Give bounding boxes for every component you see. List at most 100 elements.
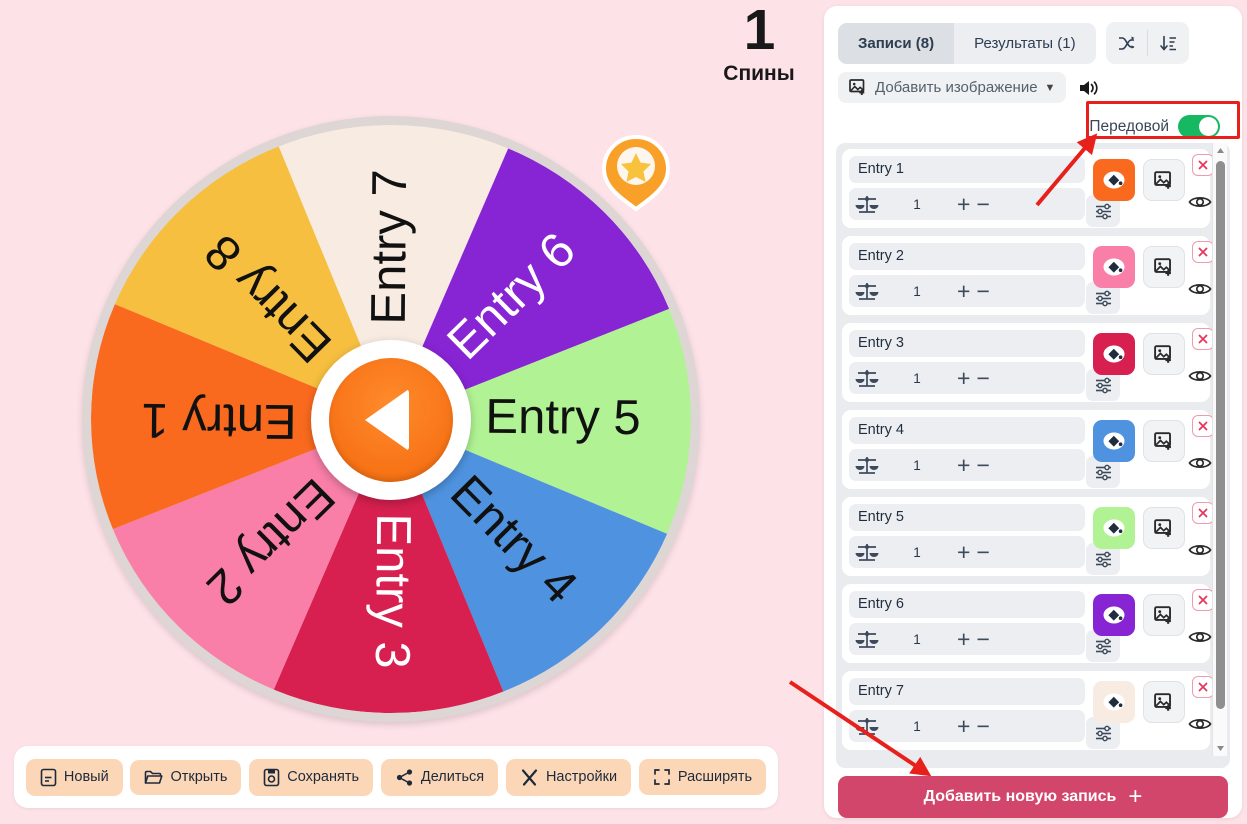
balance-scale-icon (855, 457, 879, 474)
entry-image-button[interactable] (1143, 594, 1185, 636)
entry-delete-button[interactable] (1192, 328, 1214, 350)
image-add-icon (1153, 692, 1171, 711)
entry-visibility-button[interactable] (1188, 455, 1212, 476)
entry-visibility-button[interactable] (1188, 542, 1212, 563)
paint-bucket-icon (1103, 432, 1125, 450)
entry-name-input[interactable]: Entry 7 (849, 678, 1085, 705)
entry-weight-increase[interactable]: + (955, 279, 972, 303)
scroll-down-arrow[interactable] (1213, 741, 1228, 756)
entry-weight-value: 1 (913, 544, 921, 560)
entry-weight-decrease[interactable]: − (974, 192, 991, 216)
entry-weight-value: 1 (913, 457, 921, 473)
image-add-icon (1153, 257, 1171, 276)
eye-icon (1188, 197, 1212, 207)
sound-button[interactable] (1078, 78, 1100, 98)
entry-weight-increase[interactable]: + (955, 714, 972, 738)
share-icon (396, 768, 412, 786)
wheel-segment-label: Entry 3 (365, 513, 420, 669)
open-button[interactable]: Открыть (130, 759, 242, 795)
entry-weight-control: 1 + − (849, 623, 1085, 655)
plus-icon: + (1128, 783, 1143, 810)
entry-weight-control: 1 + − (849, 710, 1085, 742)
entry-weight-increase[interactable]: + (955, 627, 972, 651)
entry-weight-control: 1 + − (849, 188, 1085, 220)
paint-bucket-icon (1103, 258, 1125, 276)
entry-name-input[interactable]: Entry 5 (849, 504, 1085, 531)
advanced-toggle-row: Передовой (1079, 109, 1230, 144)
entry-image-button[interactable] (1143, 420, 1185, 462)
entry-color-button[interactable] (1093, 681, 1135, 723)
advanced-toggle[interactable] (1178, 115, 1220, 138)
entry-visibility-button[interactable] (1188, 281, 1212, 302)
entry-image-button[interactable] (1143, 507, 1185, 549)
entry-weight-decrease[interactable]: − (974, 540, 991, 564)
shuffle-button[interactable] (1106, 22, 1147, 64)
balance-scale-icon (855, 544, 879, 561)
entry-weight-increase[interactable]: + (955, 192, 972, 216)
entry-visibility-button[interactable] (1188, 368, 1212, 389)
settings-button[interactable]: Настройки (505, 758, 632, 796)
entry-image-button[interactable] (1143, 333, 1185, 375)
entry-weight-increase[interactable]: + (955, 453, 972, 477)
entry-fields: Entry 6 1 + − (849, 591, 1085, 655)
entry-delete-button[interactable] (1192, 676, 1214, 698)
add-entry-button[interactable]: Добавить новую запись + (838, 776, 1228, 818)
entry-delete-button[interactable] (1192, 502, 1214, 524)
entry-name-input[interactable]: Entry 3 (849, 330, 1085, 357)
entry-delete-button[interactable] (1192, 589, 1214, 611)
entry-delete-button[interactable] (1192, 241, 1214, 263)
scroll-up-arrow[interactable] (1213, 143, 1228, 158)
entry-color-button[interactable] (1093, 594, 1135, 636)
entry-color-button[interactable] (1093, 159, 1135, 201)
entry-delete-button[interactable] (1192, 415, 1214, 437)
entry-name-input[interactable]: Entry 6 (849, 591, 1085, 618)
sort-descending-icon (1159, 35, 1176, 51)
entry-image-button[interactable] (1143, 159, 1185, 201)
tab-results[interactable]: Результаты (1) (954, 23, 1096, 64)
entry-weight-control: 1 + − (849, 536, 1085, 568)
entries-list[interactable]: Entry 1 1 + − Entry 2 1 + − Entry 3 1 + − Entry 4 1 + −… (836, 143, 1230, 768)
entry-name-input[interactable]: Entry 2 (849, 243, 1085, 270)
save-button[interactable]: Сохранять (249, 758, 374, 796)
entry-color-button[interactable] (1093, 246, 1135, 288)
advanced-label: Передовой (1089, 117, 1169, 135)
entry-weight-increase[interactable]: + (955, 366, 972, 390)
entry-color-button[interactable] (1093, 333, 1135, 375)
sort-button[interactable] (1148, 22, 1189, 64)
new-file-icon (40, 768, 57, 786)
balance-scale-icon (855, 718, 879, 735)
entry-weight-decrease[interactable]: − (974, 627, 991, 651)
share-button[interactable]: Делиться (380, 758, 499, 796)
tab-entries[interactable]: Записи (8) (838, 22, 955, 64)
entries-scrollbar[interactable] (1212, 143, 1227, 756)
new-button[interactable]: Новый (25, 758, 123, 796)
entry-weight-control: 1 + − (849, 449, 1085, 481)
entry-visibility-button[interactable] (1188, 716, 1212, 737)
entry-weight-decrease[interactable]: − (974, 366, 991, 390)
entry-visibility-button[interactable] (1188, 629, 1212, 650)
entry-weight-decrease[interactable]: − (974, 279, 991, 303)
image-row: Добавить изображение ▼ (838, 72, 1100, 103)
entry-weight-increase[interactable]: + (955, 540, 972, 564)
spin-button[interactable] (311, 340, 471, 500)
spin-wheel[interactable]: Entry 7 Entry 6 Entry 5 Entry 4 Entry 3 Entry… (82, 116, 704, 724)
eye-icon (1188, 632, 1212, 642)
entry-delete-button[interactable] (1192, 154, 1214, 176)
entry-color-button[interactable] (1093, 507, 1135, 549)
save-disk-icon (263, 768, 280, 786)
expand-button[interactable]: Расширять (638, 759, 767, 795)
add-image-button[interactable]: Добавить изображение ▼ (838, 72, 1067, 103)
paint-bucket-icon (1103, 171, 1125, 189)
entry-image-button[interactable] (1143, 246, 1185, 288)
entry-weight-value: 1 (913, 283, 921, 299)
entry-color-button[interactable] (1093, 420, 1135, 462)
entry-image-button[interactable] (1143, 681, 1185, 723)
entry-fields: Entry 3 1 + − (849, 330, 1085, 394)
entry-weight-decrease[interactable]: − (974, 453, 991, 477)
entry-visibility-button[interactable] (1188, 194, 1212, 215)
entry-weight-decrease[interactable]: − (974, 714, 991, 738)
image-add-icon (1153, 431, 1171, 450)
entry-name-input[interactable]: Entry 1 (849, 156, 1085, 183)
scrollbar-thumb[interactable] (1216, 161, 1225, 709)
entry-name-input[interactable]: Entry 4 (849, 417, 1085, 444)
